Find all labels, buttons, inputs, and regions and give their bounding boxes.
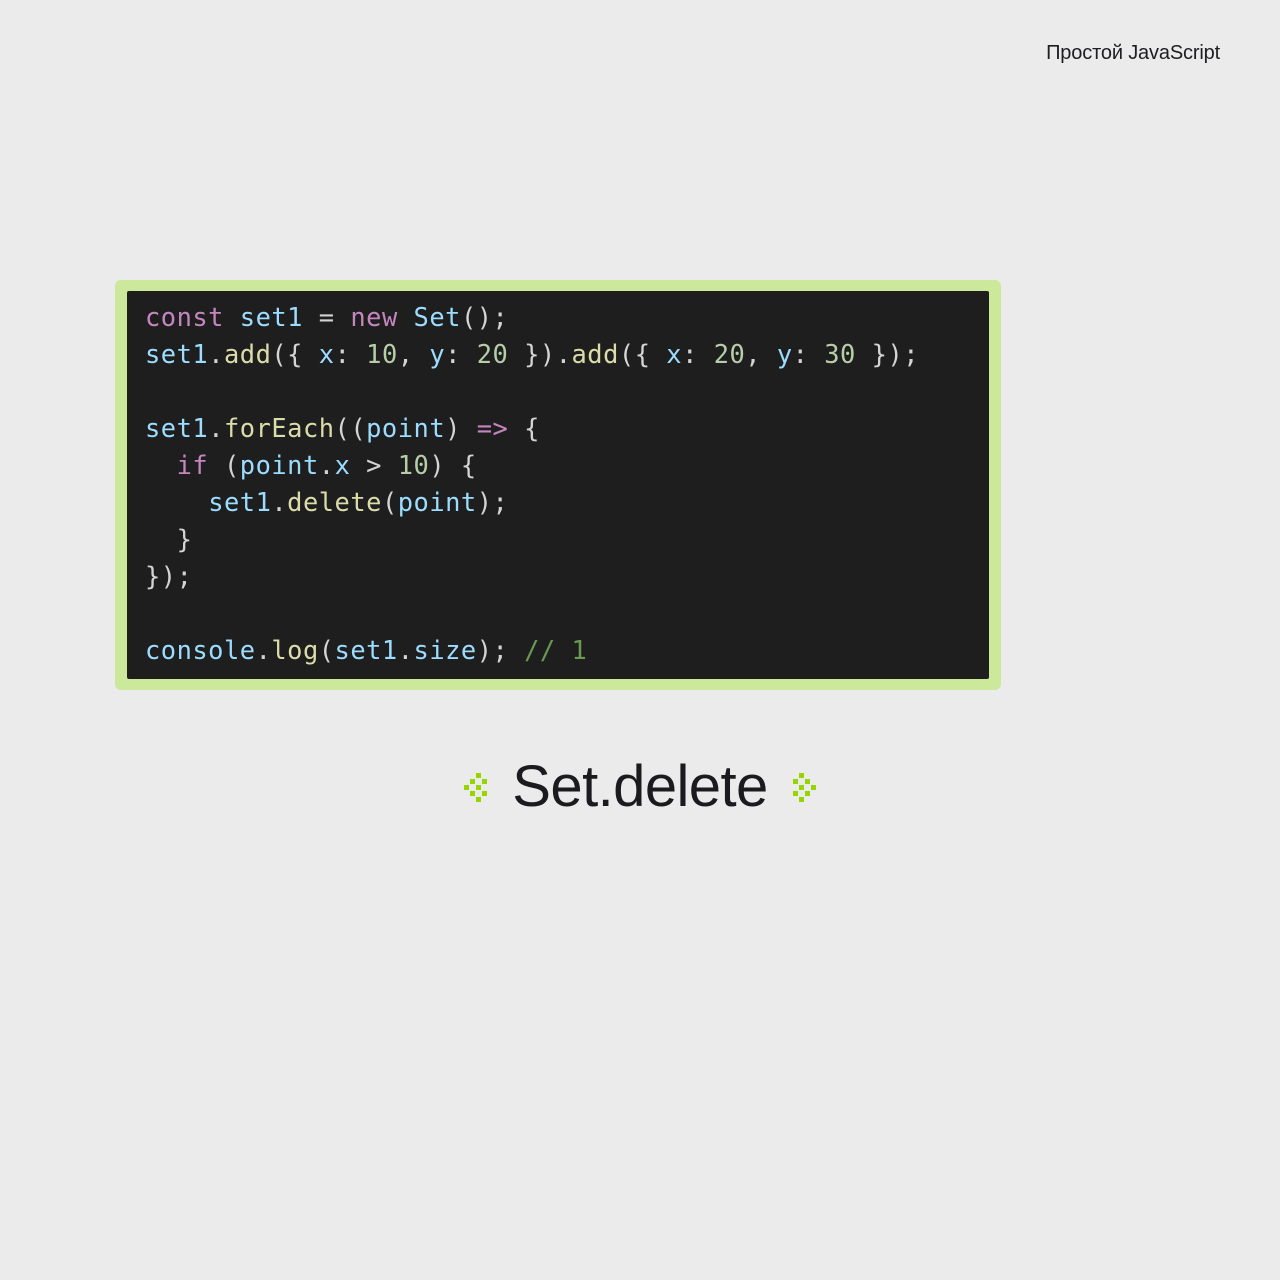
- token-add: add: [572, 339, 619, 369]
- token-set-type: Set: [414, 302, 461, 332]
- token-indent: [145, 450, 177, 480]
- token-punct: );: [477, 487, 509, 517]
- token-equals: =: [319, 302, 335, 332]
- watermark-label: Простой JavaScript: [1046, 42, 1220, 65]
- token-dot: .: [398, 635, 414, 665]
- token-dot: .: [208, 413, 224, 443]
- token-brace: }: [177, 524, 193, 554]
- token-indent: [145, 524, 177, 554]
- token-colon: :: [793, 339, 825, 369]
- code-line-4: if (point.x > 10) {: [145, 450, 477, 480]
- token-if: if: [177, 450, 209, 480]
- token-set1: set1: [335, 635, 398, 665]
- token-log: log: [271, 635, 318, 665]
- token-comment: // 1: [524, 635, 587, 665]
- token-space: [303, 302, 319, 332]
- code-line-3: set1.forEach((point) => {: [145, 413, 540, 443]
- token-const: const: [145, 302, 224, 332]
- token-space: [335, 302, 351, 332]
- token-set1: set1: [145, 413, 208, 443]
- token-dot: .: [271, 487, 287, 517]
- code-line-1: const set1 = new Set();: [145, 302, 508, 332]
- code-block: const set1 = new Set(); set1.add({ x: 10…: [127, 291, 989, 679]
- code-blank-line: [145, 376, 161, 406]
- token-punct: });: [856, 339, 919, 369]
- token-colon: :: [682, 339, 714, 369]
- token-arrow: =>: [477, 413, 509, 443]
- token-key-x: x: [319, 339, 335, 369]
- token-dot: .: [208, 339, 224, 369]
- token-console: console: [145, 635, 256, 665]
- token-comma: ,: [398, 339, 430, 369]
- token-parens: ();: [461, 302, 508, 332]
- token-punct: );: [477, 635, 524, 665]
- token-space: [398, 302, 414, 332]
- token-point: point: [366, 413, 445, 443]
- token-punct: ({: [619, 339, 666, 369]
- token-punct: (: [319, 635, 335, 665]
- token-punct: }).: [508, 339, 571, 369]
- token-punct: ((: [335, 413, 367, 443]
- token-number: 20: [477, 339, 509, 369]
- token-comma: ,: [745, 339, 777, 369]
- code-line-2: set1.add({ x: 10, y: 20 }).add({ x: 20, …: [145, 339, 919, 369]
- code-line-8: console.log(set1.size); // 1: [145, 635, 587, 665]
- token-key-x: x: [335, 450, 351, 480]
- chevron-left-icon: [464, 770, 486, 804]
- token-dot: .: [256, 635, 272, 665]
- token-set1: set1: [240, 302, 303, 332]
- token-space: [350, 450, 366, 480]
- token-punct: ({: [271, 339, 318, 369]
- code-line-5: set1.delete(point);: [145, 487, 508, 517]
- token-colon: :: [445, 339, 477, 369]
- token-punct: {: [508, 413, 540, 443]
- token-number: 30: [824, 339, 856, 369]
- token-point: point: [398, 487, 477, 517]
- token-indent: [145, 487, 208, 517]
- token-number: 10: [366, 339, 398, 369]
- token-new: new: [350, 302, 397, 332]
- token-space: [382, 450, 398, 480]
- token-size: size: [414, 635, 477, 665]
- token-number: 10: [398, 450, 430, 480]
- token-close: });: [145, 561, 192, 591]
- token-dot: .: [319, 450, 335, 480]
- token-set1: set1: [208, 487, 271, 517]
- token-space: [224, 302, 240, 332]
- code-line-7: });: [145, 561, 192, 591]
- token-key-y: y: [777, 339, 793, 369]
- token-punct: (: [382, 487, 398, 517]
- token-add: add: [224, 339, 271, 369]
- token-key-x: x: [666, 339, 682, 369]
- title-row: Set.delete: [0, 753, 1280, 820]
- code-card: const set1 = new Set(); set1.add({ x: 10…: [115, 280, 1001, 690]
- page-title: Set.delete: [512, 753, 767, 820]
- token-punct: ): [445, 413, 477, 443]
- token-delete: delete: [287, 487, 382, 517]
- token-foreach: forEach: [224, 413, 335, 443]
- code-blank-line: [145, 598, 161, 628]
- chevron-right-icon: [794, 770, 816, 804]
- code-line-6: }: [145, 524, 192, 554]
- token-gt: >: [366, 450, 382, 480]
- token-key-y: y: [429, 339, 445, 369]
- token-number: 20: [714, 339, 746, 369]
- token-set1: set1: [145, 339, 208, 369]
- token-punct: ) {: [429, 450, 476, 480]
- token-colon: :: [335, 339, 367, 369]
- token-punct: (: [208, 450, 240, 480]
- token-point: point: [240, 450, 319, 480]
